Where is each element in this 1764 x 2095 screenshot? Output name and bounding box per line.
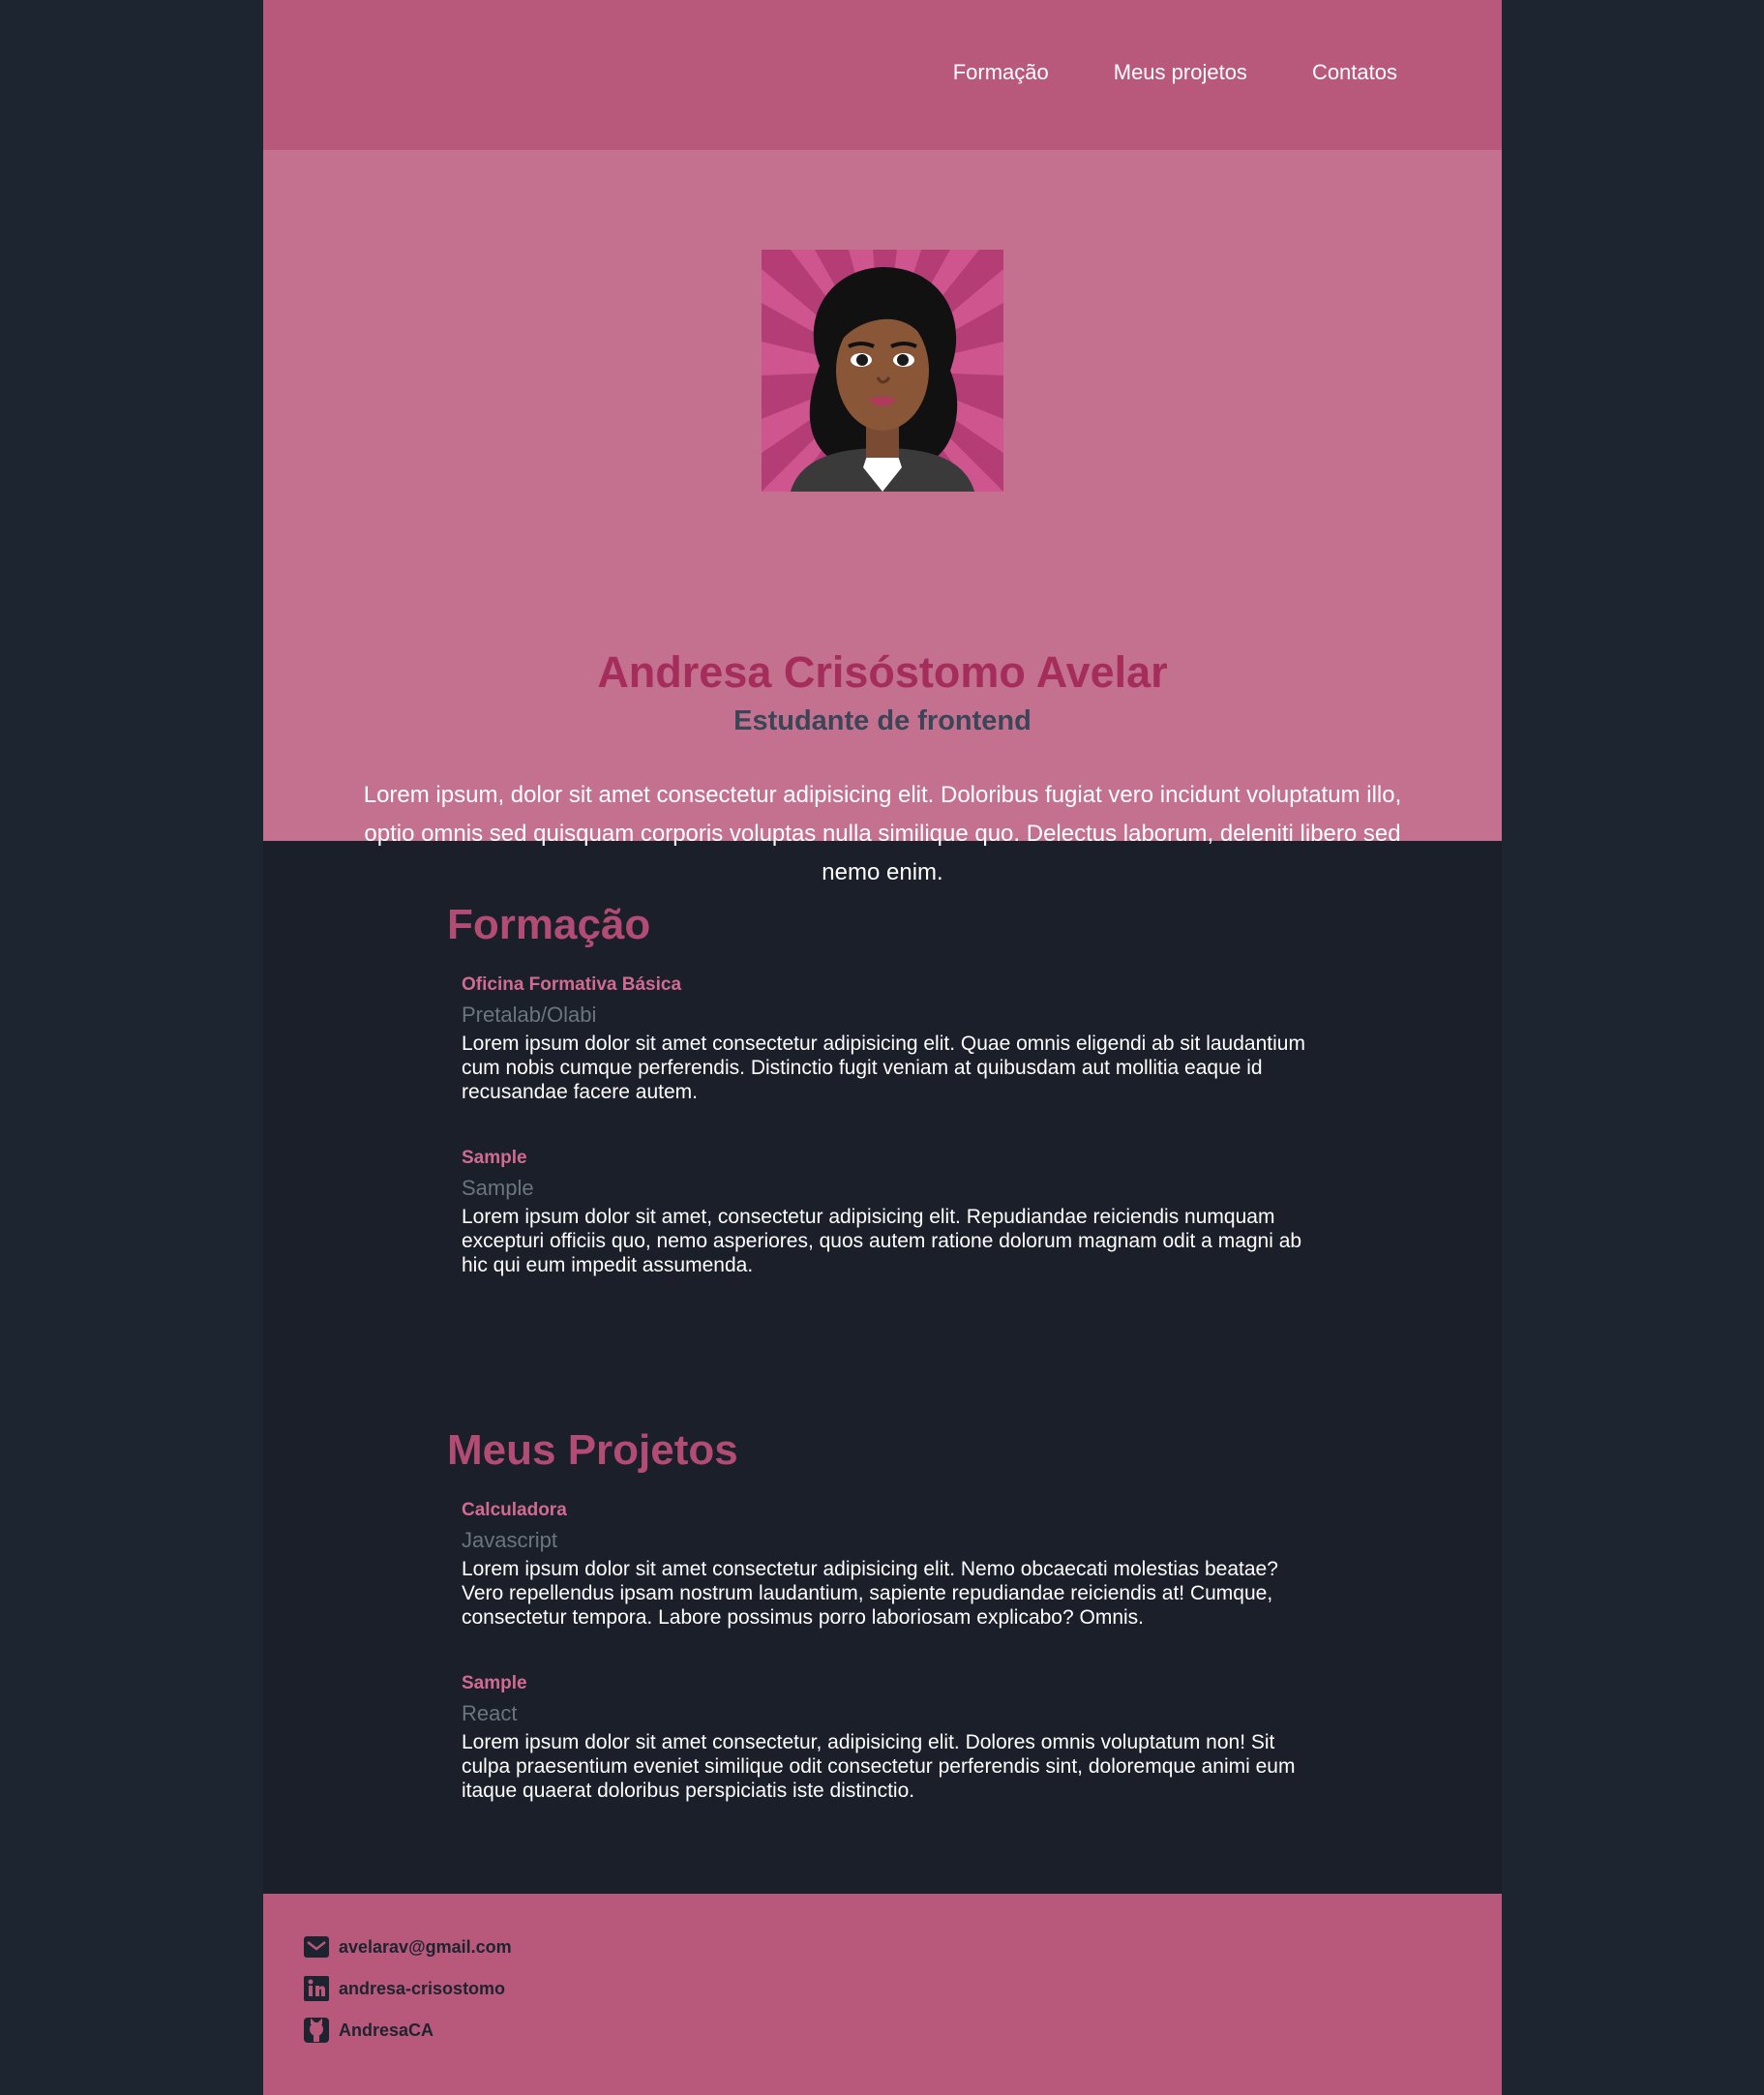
linkedin-icon: [302, 1974, 331, 2003]
profile-name: Andresa Crisóstomo Avelar: [597, 647, 1168, 697]
entry-title: Sample: [462, 1148, 527, 1168]
linkedin-link[interactable]: andresa-crisostomo: [339, 1979, 505, 1999]
entry-subtitle: Sample: [462, 1176, 534, 1200]
github-icon: [302, 2016, 331, 2045]
site-header: Formação Meus projetos Contatos: [263, 0, 1502, 150]
profile-subtitle: Estudante de frontend: [733, 705, 1031, 736]
nav-link-projetos[interactable]: Meus projetos: [1114, 60, 1247, 85]
contact-email[interactable]: avelarav@gmail.com: [302, 1932, 512, 1961]
site-footer: avelarav@gmail.com andresa-crisostomo An…: [263, 1894, 1502, 2095]
projetos-section: Meus Projetos Calculadora Javascript Lor…: [447, 1422, 1318, 1803]
entry-title: Calculadora: [462, 1500, 567, 1520]
formacao-section: Formação Oficina Formativa Básica Pretal…: [447, 896, 1318, 1277]
entry-description: Lorem ipsum dolor sit amet, consectetur …: [462, 1206, 1302, 1276]
entry-subtitle: React: [462, 1701, 518, 1725]
entry-description: Lorem ipsum dolor sit amet consectetur a…: [462, 1558, 1278, 1629]
formacao-entry: Oficina Formativa Básica Pretalab/Olabi …: [462, 972, 1313, 1104]
entry-description: Lorem ipsum dolor sit amet consectetur, …: [462, 1731, 1296, 1802]
section-title-formacao: Formação: [447, 901, 651, 948]
entry-title: Oficina Formativa Básica: [462, 974, 682, 995]
page: Formação Meus projetos Contatos Andresa …: [263, 0, 1502, 2095]
projeto-entry: Sample React Lorem ipsum dolor sit amet …: [462, 1670, 1313, 1803]
main-nav: Formação Meus projetos Contatos: [953, 60, 1397, 85]
email-link[interactable]: avelarav@gmail.com: [339, 1937, 512, 1958]
hero-section: Andresa Crisóstomo Avelar Estudante de f…: [263, 150, 1502, 885]
envelope-icon: [302, 1932, 331, 1961]
nav-link-contatos[interactable]: Contatos: [1312, 60, 1397, 85]
github-link[interactable]: AndresaCA: [339, 2020, 434, 2041]
entry-subtitle: Javascript: [462, 1528, 558, 1552]
entry-title: Sample: [462, 1673, 527, 1693]
nav-link-formacao[interactable]: Formação: [953, 60, 1049, 85]
avatar: [762, 250, 1003, 492]
entry-description: Lorem ipsum dolor sit amet consectetur a…: [462, 1033, 1305, 1103]
formacao-entry: Sample Sample Lorem ipsum dolor sit amet…: [462, 1145, 1313, 1277]
contact-github[interactable]: AndresaCA: [302, 2016, 434, 2045]
entry-subtitle: Pretalab/Olabi: [462, 1003, 597, 1027]
projeto-entry: Calculadora Javascript Lorem ipsum dolor…: [462, 1497, 1313, 1630]
profile-description: Lorem ipsum, dolor sit amet consectetur …: [363, 782, 1402, 885]
contact-linkedin[interactable]: andresa-crisostomo: [302, 1974, 505, 2003]
section-title-projetos: Meus Projetos: [447, 1426, 738, 1474]
